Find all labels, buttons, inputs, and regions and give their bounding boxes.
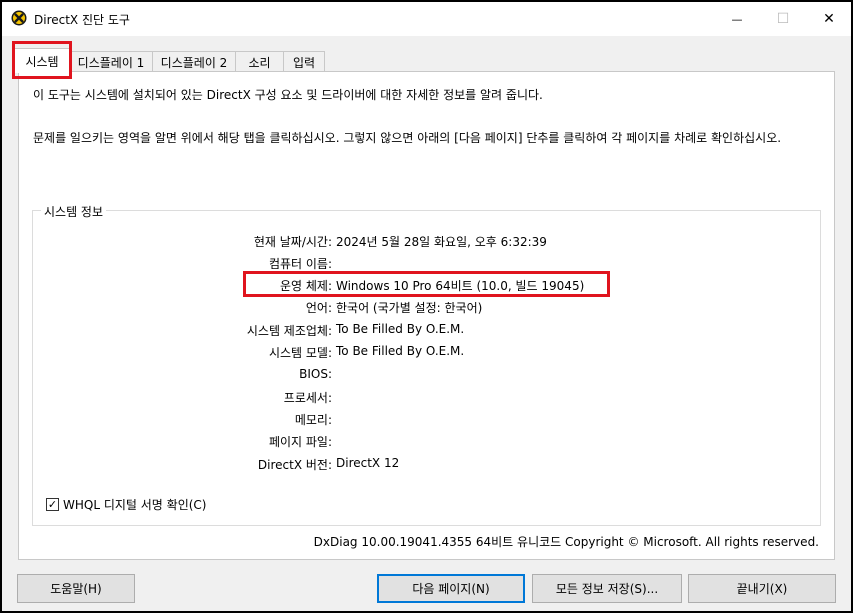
info-value: 한국어 (국가별 설정: 한국어)	[336, 301, 483, 315]
tab-label: 디스플레이 1	[77, 55, 145, 70]
dxdiag-window: DirectX 진단 도구 — ☐ ✕ 시스템 디스플레이 1 디스플레이 2 …	[0, 0, 853, 613]
check-icon: ✓	[47, 498, 58, 511]
info-value: To Be Filled By O.E.M.	[336, 322, 465, 336]
tab-display-1[interactable]: 디스플레이 1	[69, 51, 153, 72]
tab-input[interactable]: 입력	[283, 51, 325, 72]
button-label: 끝내기(X)	[736, 582, 788, 596]
info-label: 시스템 제조업체:	[246, 324, 332, 338]
close-icon: ✕	[823, 11, 835, 27]
system-info-group: 시스템 정보 현재 날짜/시간: 2024년 5월 28일 화요일, 오후 6:…	[32, 203, 822, 526]
info-label: 메모리:	[294, 413, 332, 427]
info-value: Windows 10 Pro 64비트 (10.0, 빌드 19045)	[336, 279, 585, 293]
version-copyright-text: DxDiag 10.00.19041.4355 64비트 유니코드 Copyri…	[313, 535, 819, 549]
title-bar[interactable]: DirectX 진단 도구 — ☐ ✕	[2, 2, 851, 36]
exit-button[interactable]: 끝내기(X)	[688, 574, 836, 603]
info-row-memory: 메모리:	[33, 411, 822, 429]
info-label: 시스템 모델:	[268, 346, 332, 360]
tab-label: 소리	[248, 55, 271, 70]
info-row-model: 시스템 모델: To Be Filled By O.E.M.	[33, 344, 822, 362]
tab-system[interactable]: 시스템	[14, 48, 70, 73]
save-all-info-button[interactable]: 모든 정보 저장(S)...	[532, 574, 682, 603]
maximize-button[interactable]: ☐	[760, 2, 806, 36]
info-row-os: 운영 체제: Windows 10 Pro 64비트 (10.0, 빌드 190…	[33, 277, 822, 295]
button-label: 도움말(H)	[50, 582, 102, 596]
minimize-button[interactable]: —	[714, 2, 760, 36]
tab-label: 입력	[292, 55, 316, 70]
whql-checkbox[interactable]: ✓	[46, 498, 59, 511]
info-row-computer-name: 컴퓨터 이름:	[33, 255, 822, 273]
info-row-page-file: 페이지 파일:	[33, 433, 822, 451]
tab-sound[interactable]: 소리	[235, 51, 284, 72]
whql-checkbox-row[interactable]: ✓ WHQL 디지털 서명 확인(C)	[46, 496, 207, 513]
next-page-button[interactable]: 다음 페이지(N)	[377, 574, 525, 603]
tab-label: 시스템	[25, 54, 59, 69]
tab-label: 디스플레이 2	[160, 55, 228, 70]
maximize-icon: ☐	[776, 11, 790, 27]
info-row-processor: 프로세서:	[33, 389, 822, 407]
button-label: 모든 정보 저장(S)...	[555, 582, 659, 596]
info-label: 프로세서:	[283, 391, 332, 405]
info-row-bios: BIOS:	[33, 367, 822, 385]
close-button[interactable]: ✕	[806, 2, 852, 36]
intro-text-2: 문제를 일으키는 영역을 알면 위에서 해당 탭을 클릭하십시오. 그렇지 않으…	[33, 131, 782, 145]
info-value: To Be Filled By O.E.M.	[336, 344, 465, 358]
info-value: DirectX 12	[336, 456, 400, 470]
group-title: 시스템 정보	[41, 203, 107, 220]
intro-text-1: 이 도구는 시스템에 설치되어 있는 DirectX 구성 요소 및 드라이버에…	[33, 88, 543, 102]
whql-label: WHQL 디지털 서명 확인(C)	[63, 498, 207, 512]
info-label: 언어:	[305, 301, 332, 315]
tab-display-2[interactable]: 디스플레이 2	[152, 51, 236, 72]
window-title: DirectX 진단 도구	[34, 13, 130, 27]
help-button[interactable]: 도움말(H)	[17, 574, 135, 603]
info-value: 2024년 5월 28일 화요일, 오후 6:32:39	[336, 235, 547, 249]
info-row-directx-version: DirectX 버전: DirectX 12	[33, 456, 822, 474]
info-label: 현재 날짜/시간:	[253, 235, 332, 249]
directx-app-icon	[11, 10, 27, 26]
system-tab-panel: 이 도구는 시스템에 설치되어 있는 DirectX 구성 요소 및 드라이버에…	[18, 71, 835, 560]
button-label: 다음 페이지(N)	[412, 582, 490, 596]
info-row-language: 언어: 한국어 (국가별 설정: 한국어)	[33, 299, 822, 317]
info-label: 운영 체제:	[279, 279, 332, 293]
info-row-datetime: 현재 날짜/시간: 2024년 5월 28일 화요일, 오후 6:32:39	[33, 233, 822, 251]
info-label: DirectX 버전:	[257, 458, 332, 472]
info-label: 컴퓨터 이름:	[268, 257, 332, 271]
minimize-icon: —	[731, 12, 743, 26]
info-row-manufacturer: 시스템 제조업체: To Be Filled By O.E.M.	[33, 322, 822, 340]
info-label: BIOS:	[299, 367, 332, 381]
info-label: 페이지 파일:	[268, 435, 332, 449]
